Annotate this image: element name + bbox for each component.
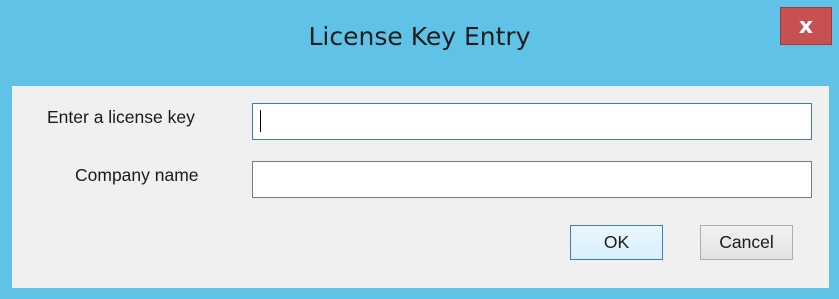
ok-button[interactable]: OK — [570, 225, 663, 260]
close-icon: x — [798, 13, 814, 39]
text-caret — [260, 110, 261, 132]
cancel-button[interactable]: Cancel — [700, 225, 793, 260]
license-dialog: License Key Entry x Enter a license key … — [0, 0, 839, 299]
close-button[interactable]: x — [780, 7, 832, 45]
dialog-body: Enter a license key Company name OK Canc… — [12, 86, 829, 288]
title-bar[interactable]: License Key Entry x — [0, 0, 839, 86]
license-key-label: Enter a license key — [47, 107, 195, 127]
dialog-title: License Key Entry — [308, 22, 531, 51]
company-name-label: Company name — [75, 165, 199, 185]
license-key-input[interactable] — [252, 103, 812, 140]
company-name-input[interactable] — [252, 161, 812, 198]
